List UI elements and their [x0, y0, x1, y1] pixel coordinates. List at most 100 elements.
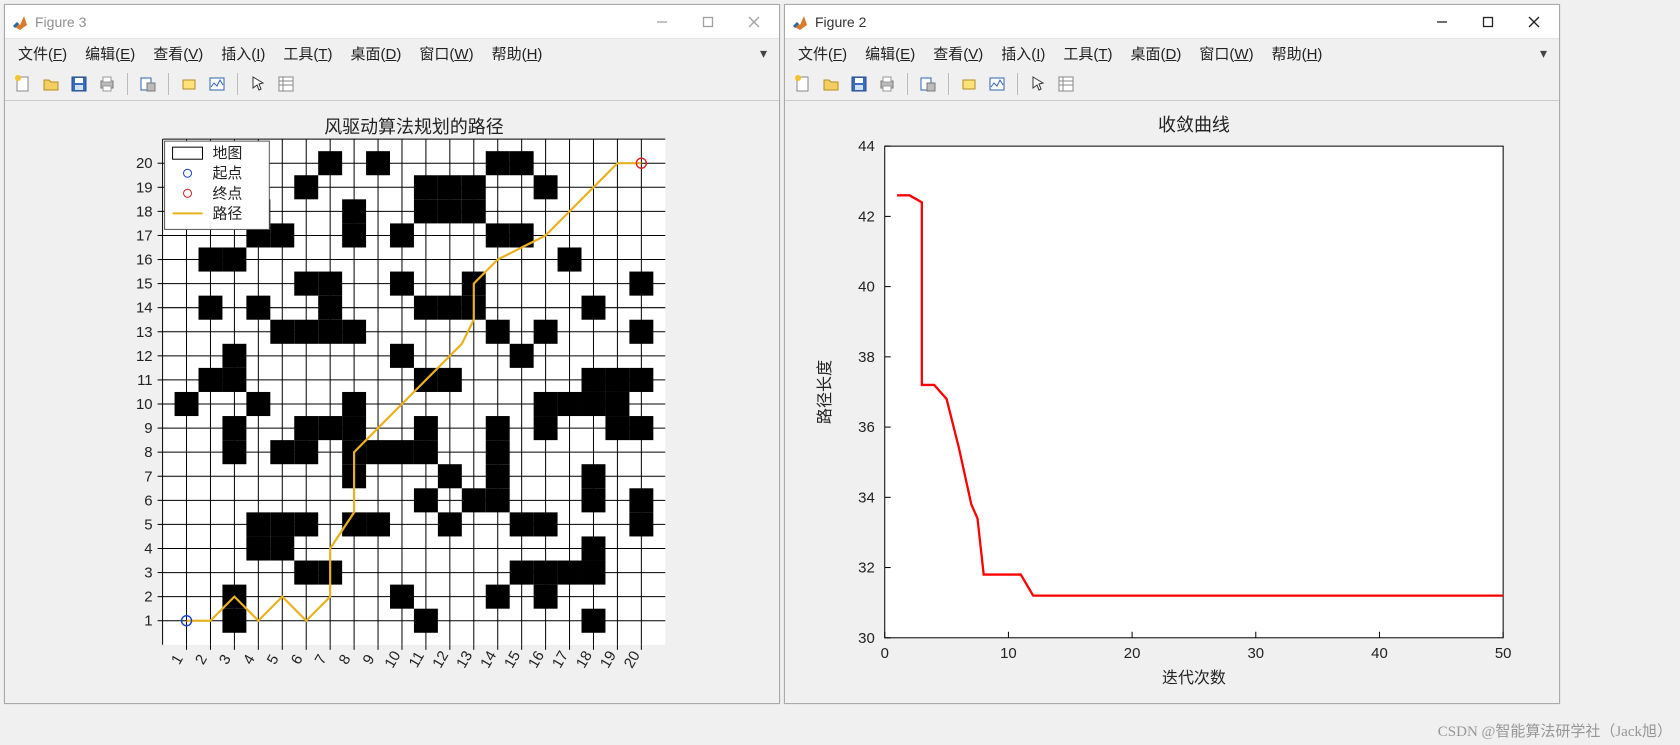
- pointer-icon[interactable]: [246, 72, 270, 96]
- open-icon[interactable]: [39, 72, 63, 96]
- linked-plot-icon[interactable]: [985, 72, 1009, 96]
- menu-file[interactable]: 文件(F): [11, 40, 74, 67]
- svg-text:12: 12: [429, 648, 452, 671]
- title-bar[interactable]: Figure 3: [5, 5, 779, 39]
- svg-text:18: 18: [136, 203, 153, 220]
- svg-text:6: 6: [288, 652, 307, 668]
- svg-text:起点: 起点: [212, 165, 242, 182]
- menu-view[interactable]: 查看(V): [146, 40, 210, 67]
- svg-text:11: 11: [137, 372, 153, 389]
- close-button[interactable]: [731, 5, 777, 39]
- tool-bar: [785, 67, 1559, 101]
- svg-text:15: 15: [501, 648, 524, 671]
- svg-text:44: 44: [858, 138, 875, 155]
- inspector-icon[interactable]: [274, 72, 298, 96]
- menu-window[interactable]: 窗口(W): [412, 40, 480, 67]
- linked-plot-icon[interactable]: [205, 72, 229, 96]
- page-print-icon[interactable]: [136, 72, 160, 96]
- minimize-button[interactable]: [639, 5, 685, 39]
- minimize-button[interactable]: [1419, 5, 1465, 39]
- svg-text:12: 12: [136, 348, 153, 365]
- svg-text:30: 30: [1247, 645, 1264, 662]
- svg-text:地图: 地图: [212, 145, 242, 162]
- svg-text:13: 13: [453, 648, 476, 671]
- new-figure-icon[interactable]: [791, 72, 815, 96]
- page-print-icon[interactable]: [916, 72, 940, 96]
- tool-bar: [5, 67, 779, 101]
- maximize-button[interactable]: [685, 5, 731, 39]
- inspector-icon[interactable]: [1054, 72, 1078, 96]
- svg-text:13: 13: [136, 324, 153, 341]
- menu-insert[interactable]: 插入(I): [994, 40, 1052, 67]
- svg-text:19: 19: [136, 179, 153, 196]
- axes-grid-map[interactable]: 1234567891011121314151617181920123456789…: [5, 101, 779, 703]
- menu-window[interactable]: 窗口(W): [1192, 40, 1260, 67]
- svg-text:34: 34: [858, 489, 875, 506]
- menu-insert[interactable]: 插入(I): [214, 40, 272, 67]
- svg-text:5: 5: [264, 652, 283, 668]
- svg-text:9: 9: [144, 420, 152, 437]
- svg-text:18: 18: [573, 648, 596, 671]
- rotate-icon[interactable]: [177, 72, 201, 96]
- svg-text:11: 11: [406, 649, 428, 671]
- menu-desktop[interactable]: 桌面(D): [344, 40, 409, 67]
- svg-text:17: 17: [136, 227, 153, 244]
- svg-text:收敛曲线: 收敛曲线: [1158, 115, 1230, 135]
- maximize-button[interactable]: [1465, 5, 1511, 39]
- menu-help[interactable]: 帮助(H): [485, 40, 550, 67]
- svg-text:16: 16: [525, 648, 548, 671]
- svg-text:14: 14: [136, 300, 153, 317]
- menu-bar: 文件(F) 编辑(E) 查看(V) 插入(I) 工具(T) 桌面(D) 窗口(W…: [5, 39, 779, 67]
- svg-text:3: 3: [144, 565, 152, 582]
- svg-text:10: 10: [381, 648, 404, 671]
- svg-text:路径长度: 路径长度: [816, 360, 834, 424]
- csdn-watermark: CSDN @智能算法研学社（Jack旭）: [1438, 720, 1672, 741]
- matlab-icon: [11, 13, 29, 31]
- svg-text:40: 40: [1371, 645, 1388, 662]
- window-title: Figure 3: [35, 14, 86, 30]
- save-icon[interactable]: [67, 72, 91, 96]
- svg-text:15: 15: [136, 276, 153, 293]
- svg-text:30: 30: [858, 630, 875, 647]
- svg-text:2: 2: [144, 589, 152, 606]
- svg-text:20: 20: [136, 155, 153, 172]
- close-button[interactable]: [1511, 5, 1557, 39]
- svg-text:3: 3: [216, 652, 235, 668]
- svg-text:7: 7: [144, 468, 152, 485]
- menu-desktop[interactable]: 桌面(D): [1124, 40, 1189, 67]
- menu-overflow-icon[interactable]: ▾: [754, 45, 773, 62]
- svg-text:9: 9: [360, 652, 379, 668]
- axes-convergence[interactable]: 010203040503032343638404244收敛曲线迭代次数路径长度: [785, 101, 1559, 703]
- rotate-icon[interactable]: [957, 72, 981, 96]
- print-icon[interactable]: [95, 72, 119, 96]
- menu-file[interactable]: 文件(F): [791, 40, 854, 67]
- menu-bar: 文件(F) 编辑(E) 查看(V) 插入(I) 工具(T) 桌面(D) 窗口(W…: [785, 39, 1559, 67]
- menu-edit[interactable]: 编辑(E): [858, 40, 922, 67]
- svg-text:10: 10: [136, 396, 153, 413]
- svg-text:风驱动算法规划的路径: 风驱动算法规划的路径: [324, 117, 503, 137]
- print-icon[interactable]: [875, 72, 899, 96]
- menu-overflow-icon[interactable]: ▾: [1534, 45, 1553, 62]
- menu-tools[interactable]: 工具(T): [276, 40, 339, 67]
- svg-text:20: 20: [621, 648, 644, 671]
- svg-text:路径: 路径: [212, 205, 242, 222]
- svg-text:1: 1: [144, 613, 152, 630]
- pointer-icon[interactable]: [1026, 72, 1050, 96]
- menu-edit[interactable]: 编辑(E): [78, 40, 142, 67]
- menu-help[interactable]: 帮助(H): [1265, 40, 1330, 67]
- svg-text:19: 19: [597, 648, 620, 671]
- svg-text:32: 32: [858, 560, 875, 577]
- matlab-icon: [791, 13, 809, 31]
- new-figure-icon[interactable]: [11, 72, 35, 96]
- title-bar[interactable]: Figure 2: [785, 5, 1559, 39]
- svg-text:16: 16: [136, 252, 153, 269]
- open-icon[interactable]: [819, 72, 843, 96]
- menu-tools[interactable]: 工具(T): [1056, 40, 1119, 67]
- menu-view[interactable]: 查看(V): [926, 40, 990, 67]
- window-title: Figure 2: [815, 14, 866, 30]
- svg-text:0: 0: [881, 645, 889, 662]
- save-icon[interactable]: [847, 72, 871, 96]
- svg-text:50: 50: [1495, 645, 1512, 662]
- svg-text:42: 42: [858, 208, 875, 225]
- svg-text:2: 2: [192, 652, 211, 668]
